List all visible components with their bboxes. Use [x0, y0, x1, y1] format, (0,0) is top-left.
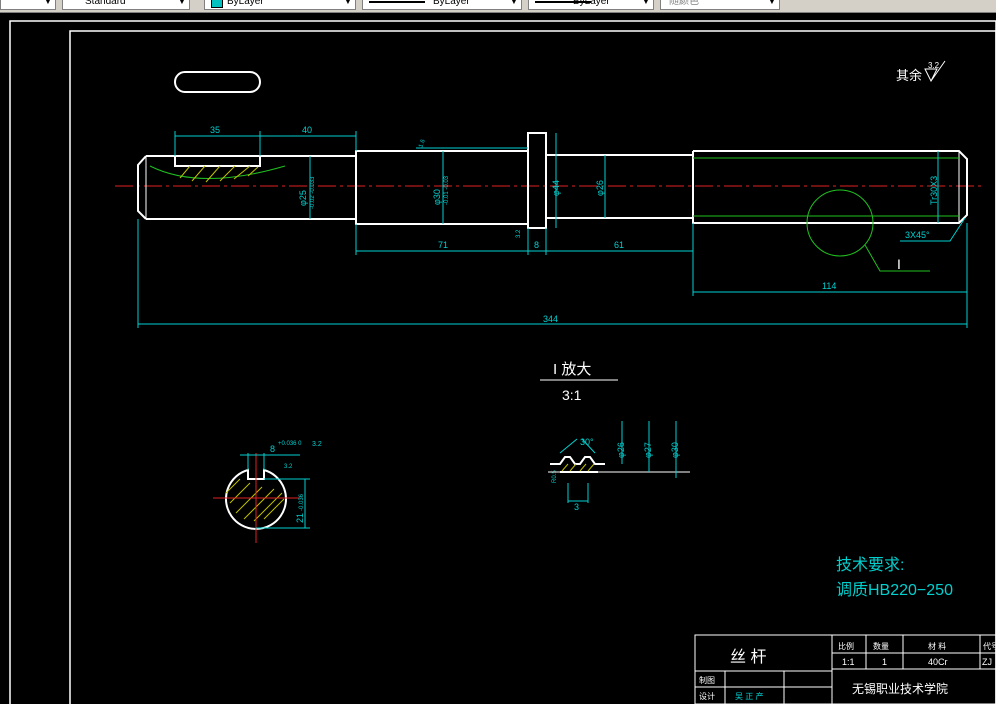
- qty-label: 数量: [873, 641, 889, 651]
- thread-angle: 30°: [580, 437, 594, 447]
- dim-phi25: φ25: [298, 190, 308, 206]
- keyway-roughness-2: 3.2: [284, 464, 293, 470]
- cad-drawing: 其余 3.2 I 35 40 71 8 61 114 344 3X45° φ25…: [9, 20, 996, 704]
- dim-phi26: φ26: [595, 180, 605, 196]
- thread-d30: φ30: [670, 442, 680, 458]
- qty-value: 1: [882, 657, 887, 667]
- keyway-depth-tol: -0.036: [299, 493, 305, 511]
- layer-state-dropdown[interactable]: ▼: [0, 0, 56, 10]
- part-name: 丝 杆: [730, 648, 766, 666]
- dim-35: 35: [210, 125, 220, 135]
- roughness-note: 其余: [896, 68, 922, 83]
- keyway-hatch: [179, 165, 259, 183]
- drawn-label: 制图: [699, 675, 715, 685]
- roughness-16: 1.6: [418, 138, 427, 149]
- scale-value: 1:1: [842, 657, 855, 667]
- keyway-roughness: 3.2: [312, 441, 322, 448]
- lineweight-dropdown[interactable]: ByLayer ▼: [528, 0, 654, 10]
- keyway-depth: 21: [295, 513, 305, 523]
- thread-radius: R0.5: [552, 470, 558, 483]
- keyway-view: [174, 71, 261, 93]
- dim-phi30-tol: -0.01 -0.03: [444, 175, 450, 205]
- detail-label: I: [897, 256, 901, 272]
- linetype-value: ByLayer: [433, 0, 470, 7]
- material-value: 40Cr: [928, 657, 948, 667]
- code-label: 代号: [983, 641, 996, 651]
- school-name: 无锡职业技术学院: [852, 681, 948, 696]
- properties-toolbar: ▼ Standard ▼ ByLayer ▼ ByLayer ▼ ByLayer…: [0, 0, 996, 13]
- dim-phi44: φ44: [551, 180, 561, 196]
- dim-40: 40: [302, 125, 312, 135]
- dim-114: 114: [822, 281, 836, 291]
- roughness-32: 3.2: [516, 229, 522, 238]
- dimension-lines: [137, 131, 968, 328]
- designer-name: 吴 正 产: [735, 691, 763, 701]
- plot-style-dropdown[interactable]: 随颜色 ▼: [660, 0, 780, 10]
- outer-border: [9, 20, 996, 704]
- code-value: ZJ: [982, 657, 992, 667]
- inner-border: [69, 30, 996, 704]
- break-line: [149, 165, 286, 179]
- dim-phi30: φ30: [432, 189, 442, 205]
- linetype-dropdown[interactable]: ByLayer ▼: [362, 0, 522, 10]
- thread-detail: 30° φ26 φ27 φ30 3 R0.5: [548, 421, 690, 512]
- text-style-value: Standard: [85, 0, 126, 7]
- tech-req-line1: 调质HB220−250: [836, 581, 953, 599]
- keyway-width: 8: [270, 444, 275, 454]
- scale-label: 比例: [838, 641, 854, 651]
- linetype-preview: [369, 1, 425, 3]
- dim-61: 61: [614, 240, 624, 250]
- thread-d26: φ26: [616, 442, 626, 458]
- dim-tr30x3: Tr30X3: [929, 176, 939, 205]
- plot-style-value: 随颜色: [669, 0, 699, 7]
- dim-344: 344: [543, 314, 558, 324]
- detail-title: I 放大: [553, 361, 591, 378]
- lineweight-value: ByLayer: [573, 0, 610, 7]
- chevron-down-icon: ▼: [44, 0, 52, 6]
- dim-phi25-tol: -0.02 -0.033: [310, 176, 316, 209]
- color-value: ByLayer: [227, 0, 264, 7]
- color-dropdown[interactable]: ByLayer ▼: [204, 0, 356, 10]
- chevron-down-icon: ▼: [510, 0, 518, 6]
- chevron-down-icon: ▼: [768, 0, 776, 6]
- designer-label: 设计: [699, 691, 715, 701]
- chevron-down-icon: ▼: [642, 0, 650, 6]
- keyway-width-tol: +0.036 0: [278, 441, 302, 447]
- chevron-down-icon: ▼: [178, 0, 186, 6]
- keyway-section: 8 +0.036 0 21 -0.036 3.2 3.2: [213, 441, 322, 543]
- thread-pitch: 3: [574, 502, 579, 512]
- thread-d27: φ27: [643, 442, 653, 458]
- dim-8: 8: [534, 240, 539, 250]
- detail-scale: 3:1: [562, 387, 582, 403]
- chevron-down-icon: ▼: [344, 0, 352, 6]
- dim-chamfer: 3X45°: [905, 230, 930, 240]
- roughness-value: 3.2: [928, 61, 940, 70]
- text-style-dropdown[interactable]: Standard ▼: [62, 0, 190, 10]
- tech-req-title: 技术要求:: [836, 556, 904, 574]
- color-swatch-icon: [211, 0, 223, 8]
- drawing-canvas[interactable]: 其余 3.2 I 35 40 71 8 61 114 344 3X45° φ25…: [0, 13, 996, 704]
- material-label: 材 料: [928, 641, 946, 651]
- dim-71: 71: [438, 240, 448, 250]
